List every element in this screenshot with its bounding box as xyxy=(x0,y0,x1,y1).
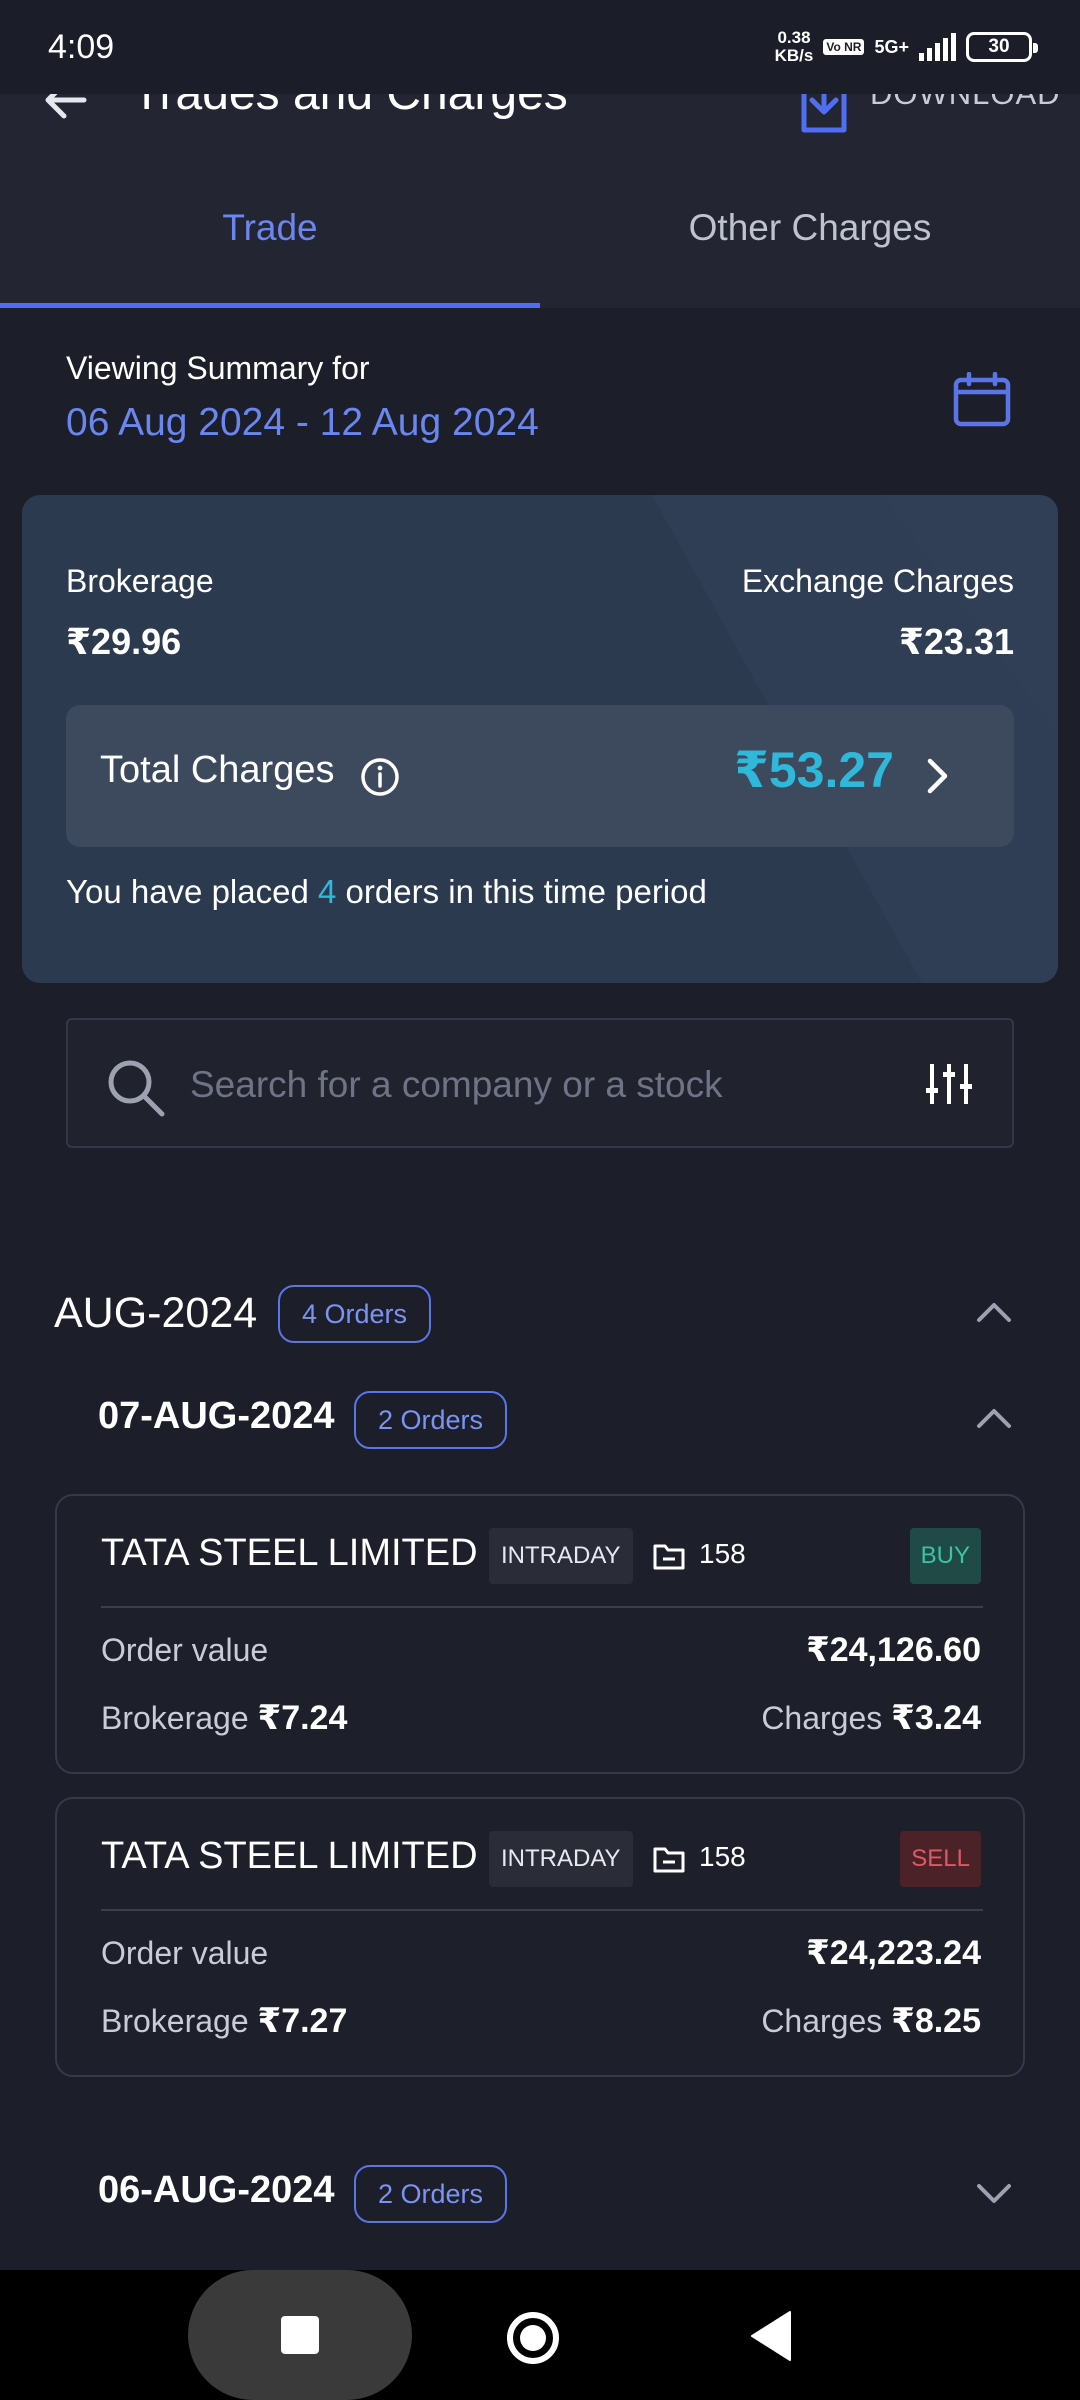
info-icon[interactable] xyxy=(360,757,400,802)
tab-trade[interactable]: Trade xyxy=(0,148,540,308)
quantity: 158 xyxy=(699,1841,746,1872)
exchange-charges-value: ₹23.31 xyxy=(898,621,1014,662)
order-value-label: Order value xyxy=(101,1935,269,1971)
home-icon[interactable] xyxy=(505,2310,561,2371)
status-time: 4:09 xyxy=(48,27,115,66)
network-type: 5G+ xyxy=(874,36,909,57)
divider xyxy=(101,1909,983,1911)
brokerage-value: ₹29.96 xyxy=(66,621,182,662)
battery-icon: 30 xyxy=(966,32,1038,62)
trade-brokerage: Brokerage ₹7.24 xyxy=(101,1699,348,1737)
order-value: ₹24,126.60 xyxy=(806,1631,981,1669)
divider xyxy=(101,1606,983,1608)
day-group-header[interactable]: 06-AUG-2024 2 Orders xyxy=(98,2165,1026,2225)
day-title: 07-AUG-2024 xyxy=(98,1395,335,1437)
tab-other-charges[interactable]: Other Charges xyxy=(540,148,1080,308)
month-orders-badge: 4 Orders xyxy=(278,1285,432,1343)
signal-icon xyxy=(919,33,956,61)
stock-name: TATA STEEL LIMITED xyxy=(101,1835,478,1877)
summary-header: Viewing Summary for 06 Aug 2024 - 12 Aug… xyxy=(66,350,539,445)
exchange-charges-label: Exchange Charges xyxy=(741,563,1014,599)
chevron-up-icon[interactable] xyxy=(976,1301,1012,1328)
trade-side-badge: BUY xyxy=(909,1528,981,1584)
quantity: 158 xyxy=(699,1538,746,1569)
status-bar: 4:09 0.38 KB/s Vo NR 5G+ 30 xyxy=(0,0,1080,94)
day-title: 06-AUG-2024 xyxy=(98,2169,335,2211)
recents-icon[interactable] xyxy=(281,2316,319,2354)
charges-summary-card: Brokerage ₹29.96 Exchange Charges ₹23.31… xyxy=(22,495,1058,983)
summary-label: Viewing Summary for xyxy=(66,350,370,386)
order-value-label: Order value xyxy=(101,1632,269,1668)
month-group-header[interactable]: AUG-2024 4 Orders xyxy=(54,1285,1026,1345)
trade-charges: Charges ₹8.25 xyxy=(761,2002,981,2040)
chevron-down-icon[interactable] xyxy=(976,2183,1012,2210)
order-value: ₹24,223.24 xyxy=(806,1934,981,1972)
day-orders-badge: 2 Orders xyxy=(354,2165,508,2223)
filter-sliders-icon[interactable] xyxy=(926,1062,972,1111)
folder-icon xyxy=(653,1542,685,1575)
trade-card[interactable]: TATA STEEL LIMITED INTRADAY 158 SELL Ord… xyxy=(55,1797,1025,2077)
day-orders-badge: 2 Orders xyxy=(354,1391,508,1449)
month-title: AUG-2024 xyxy=(54,1289,258,1337)
total-charges-label: Total Charges xyxy=(100,749,335,791)
orders-count: 4 xyxy=(318,873,337,910)
chevron-right-icon[interactable] xyxy=(926,757,950,800)
orders-count-text: You have placed 4 orders in this time pe… xyxy=(66,873,707,910)
trade-type-badge: INTRADAY xyxy=(489,1831,633,1887)
tab-bar: Trade Other Charges xyxy=(0,148,1080,308)
search-bar xyxy=(66,1018,1014,1148)
brokerage-label: Brokerage xyxy=(66,563,214,599)
calendar-icon[interactable] xyxy=(952,371,1012,433)
trade-charges: Charges ₹3.24 xyxy=(761,1699,981,1737)
trade-brokerage: Brokerage ₹7.27 xyxy=(101,2002,348,2040)
network-speed: 0.38 KB/s xyxy=(774,28,814,65)
trade-side-badge: SELL xyxy=(900,1831,981,1887)
status-icons: 0.38 KB/s Vo NR 5G+ 30 xyxy=(774,28,1038,65)
folder-icon xyxy=(653,1845,685,1878)
total-charges-value: ₹53.27 xyxy=(734,742,894,798)
stock-name: TATA STEEL LIMITED xyxy=(101,1532,478,1574)
total-charges-row[interactable]: Total Charges ₹53.27 xyxy=(66,705,1014,847)
back-triangle-icon[interactable] xyxy=(750,2310,792,2367)
day-group-header[interactable]: 07-AUG-2024 2 Orders xyxy=(98,1391,1026,1451)
search-icon xyxy=(106,1058,166,1123)
volte-icon: Vo NR xyxy=(823,39,865,55)
trade-type-badge: INTRADAY xyxy=(489,1528,633,1584)
date-range[interactable]: 06 Aug 2024 - 12 Aug 2024 xyxy=(66,401,539,445)
trade-card[interactable]: TATA STEEL LIMITED INTRADAY 158 BUY Orde… xyxy=(55,1494,1025,1774)
search-input[interactable] xyxy=(190,1050,870,1120)
system-nav-bar xyxy=(0,2270,1080,2400)
chevron-up-icon[interactable] xyxy=(976,1407,1012,1434)
